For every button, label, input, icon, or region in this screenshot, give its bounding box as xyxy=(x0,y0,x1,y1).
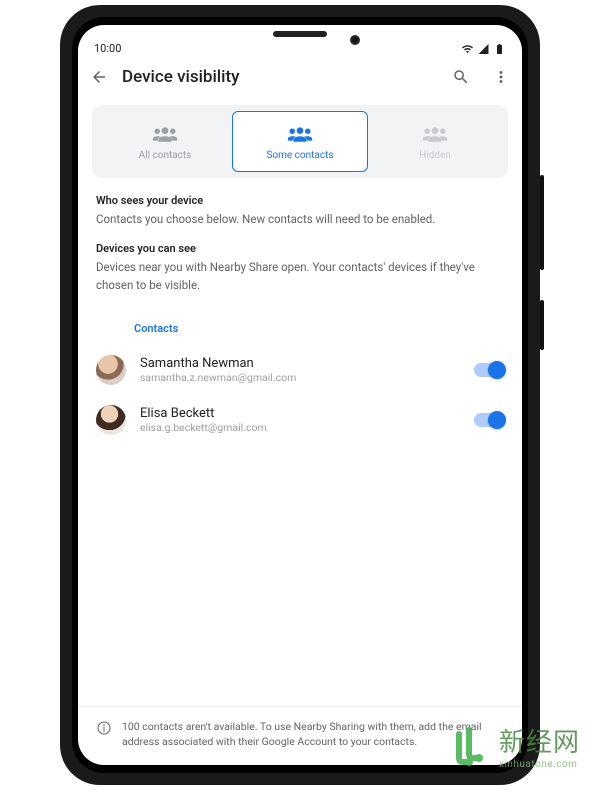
tab-label: Hidden xyxy=(419,150,451,161)
tab-label: Some contacts xyxy=(266,150,333,161)
contact-name: Elisa Beckett xyxy=(140,406,460,421)
section-body: Devices near you with Nearby Share open.… xyxy=(96,259,504,294)
watermark-name: 新经网 xyxy=(499,722,580,759)
section-heading: Who sees your device xyxy=(96,194,504,207)
watermark-logo xyxy=(445,722,493,770)
wifi-icon xyxy=(461,43,474,55)
people-icon xyxy=(421,124,449,144)
watermark-url: xinhuatone.com xyxy=(499,759,580,770)
section-heading: Devices you can see xyxy=(96,242,504,255)
phone-frame: 10:00 Device visibility All contacts xyxy=(60,5,540,785)
contact-name: Samantha Newman xyxy=(140,356,460,371)
people-icon xyxy=(151,124,179,144)
battery-icon xyxy=(493,43,506,55)
contacts-subheader: Contacts xyxy=(78,308,522,345)
tab-hidden[interactable]: Hidden xyxy=(368,111,502,172)
section-body: Contacts you choose below. New contacts … xyxy=(96,211,504,228)
contact-email: elisa.g.beckett@gmail.com xyxy=(140,421,460,434)
contact-info: Samantha Newman samantha.z.newman@gmail.… xyxy=(140,356,460,384)
signal-icon xyxy=(477,43,490,55)
section-devices-you-see: Devices you can see Devices near you wit… xyxy=(78,242,522,294)
avatar xyxy=(96,355,126,385)
status-time: 10:00 xyxy=(94,42,121,55)
volume-button xyxy=(540,175,544,270)
phone-bezel: 10:00 Device visibility All contacts xyxy=(72,17,528,773)
avatar xyxy=(96,405,126,435)
contact-email: samantha.z.newman@gmail.com xyxy=(140,371,460,384)
tab-all-contacts[interactable]: All contacts xyxy=(98,111,232,172)
visibility-tabs: All contacts Some contacts Hidden xyxy=(92,105,508,178)
section-who-sees: Who sees your device Contacts you choose… xyxy=(78,194,522,228)
watermark: 新经网 xinhuatone.com xyxy=(445,722,580,770)
power-button xyxy=(540,300,544,350)
app-bar: Device visibility xyxy=(78,57,522,99)
contact-toggle[interactable] xyxy=(474,413,504,427)
tab-label: All contacts xyxy=(139,150,192,161)
info-icon xyxy=(96,720,112,736)
speaker-grille xyxy=(273,31,327,37)
people-icon xyxy=(286,124,314,144)
back-button[interactable] xyxy=(90,68,108,86)
contact-row[interactable]: Elisa Beckett elisa.g.beckett@gmail.com xyxy=(78,395,522,445)
screen: 10:00 Device visibility All contacts xyxy=(78,25,522,765)
page-title: Device visibility xyxy=(122,67,438,87)
search-icon[interactable] xyxy=(452,68,470,86)
contact-info: Elisa Beckett elisa.g.beckett@gmail.com xyxy=(140,406,460,434)
tab-some-contacts[interactable]: Some contacts xyxy=(232,111,368,172)
contact-toggle[interactable] xyxy=(474,363,504,377)
more-icon[interactable] xyxy=(492,68,510,86)
front-camera xyxy=(350,35,360,45)
contact-row[interactable]: Samantha Newman samantha.z.newman@gmail.… xyxy=(78,345,522,395)
status-bar: 10:00 xyxy=(78,25,522,57)
